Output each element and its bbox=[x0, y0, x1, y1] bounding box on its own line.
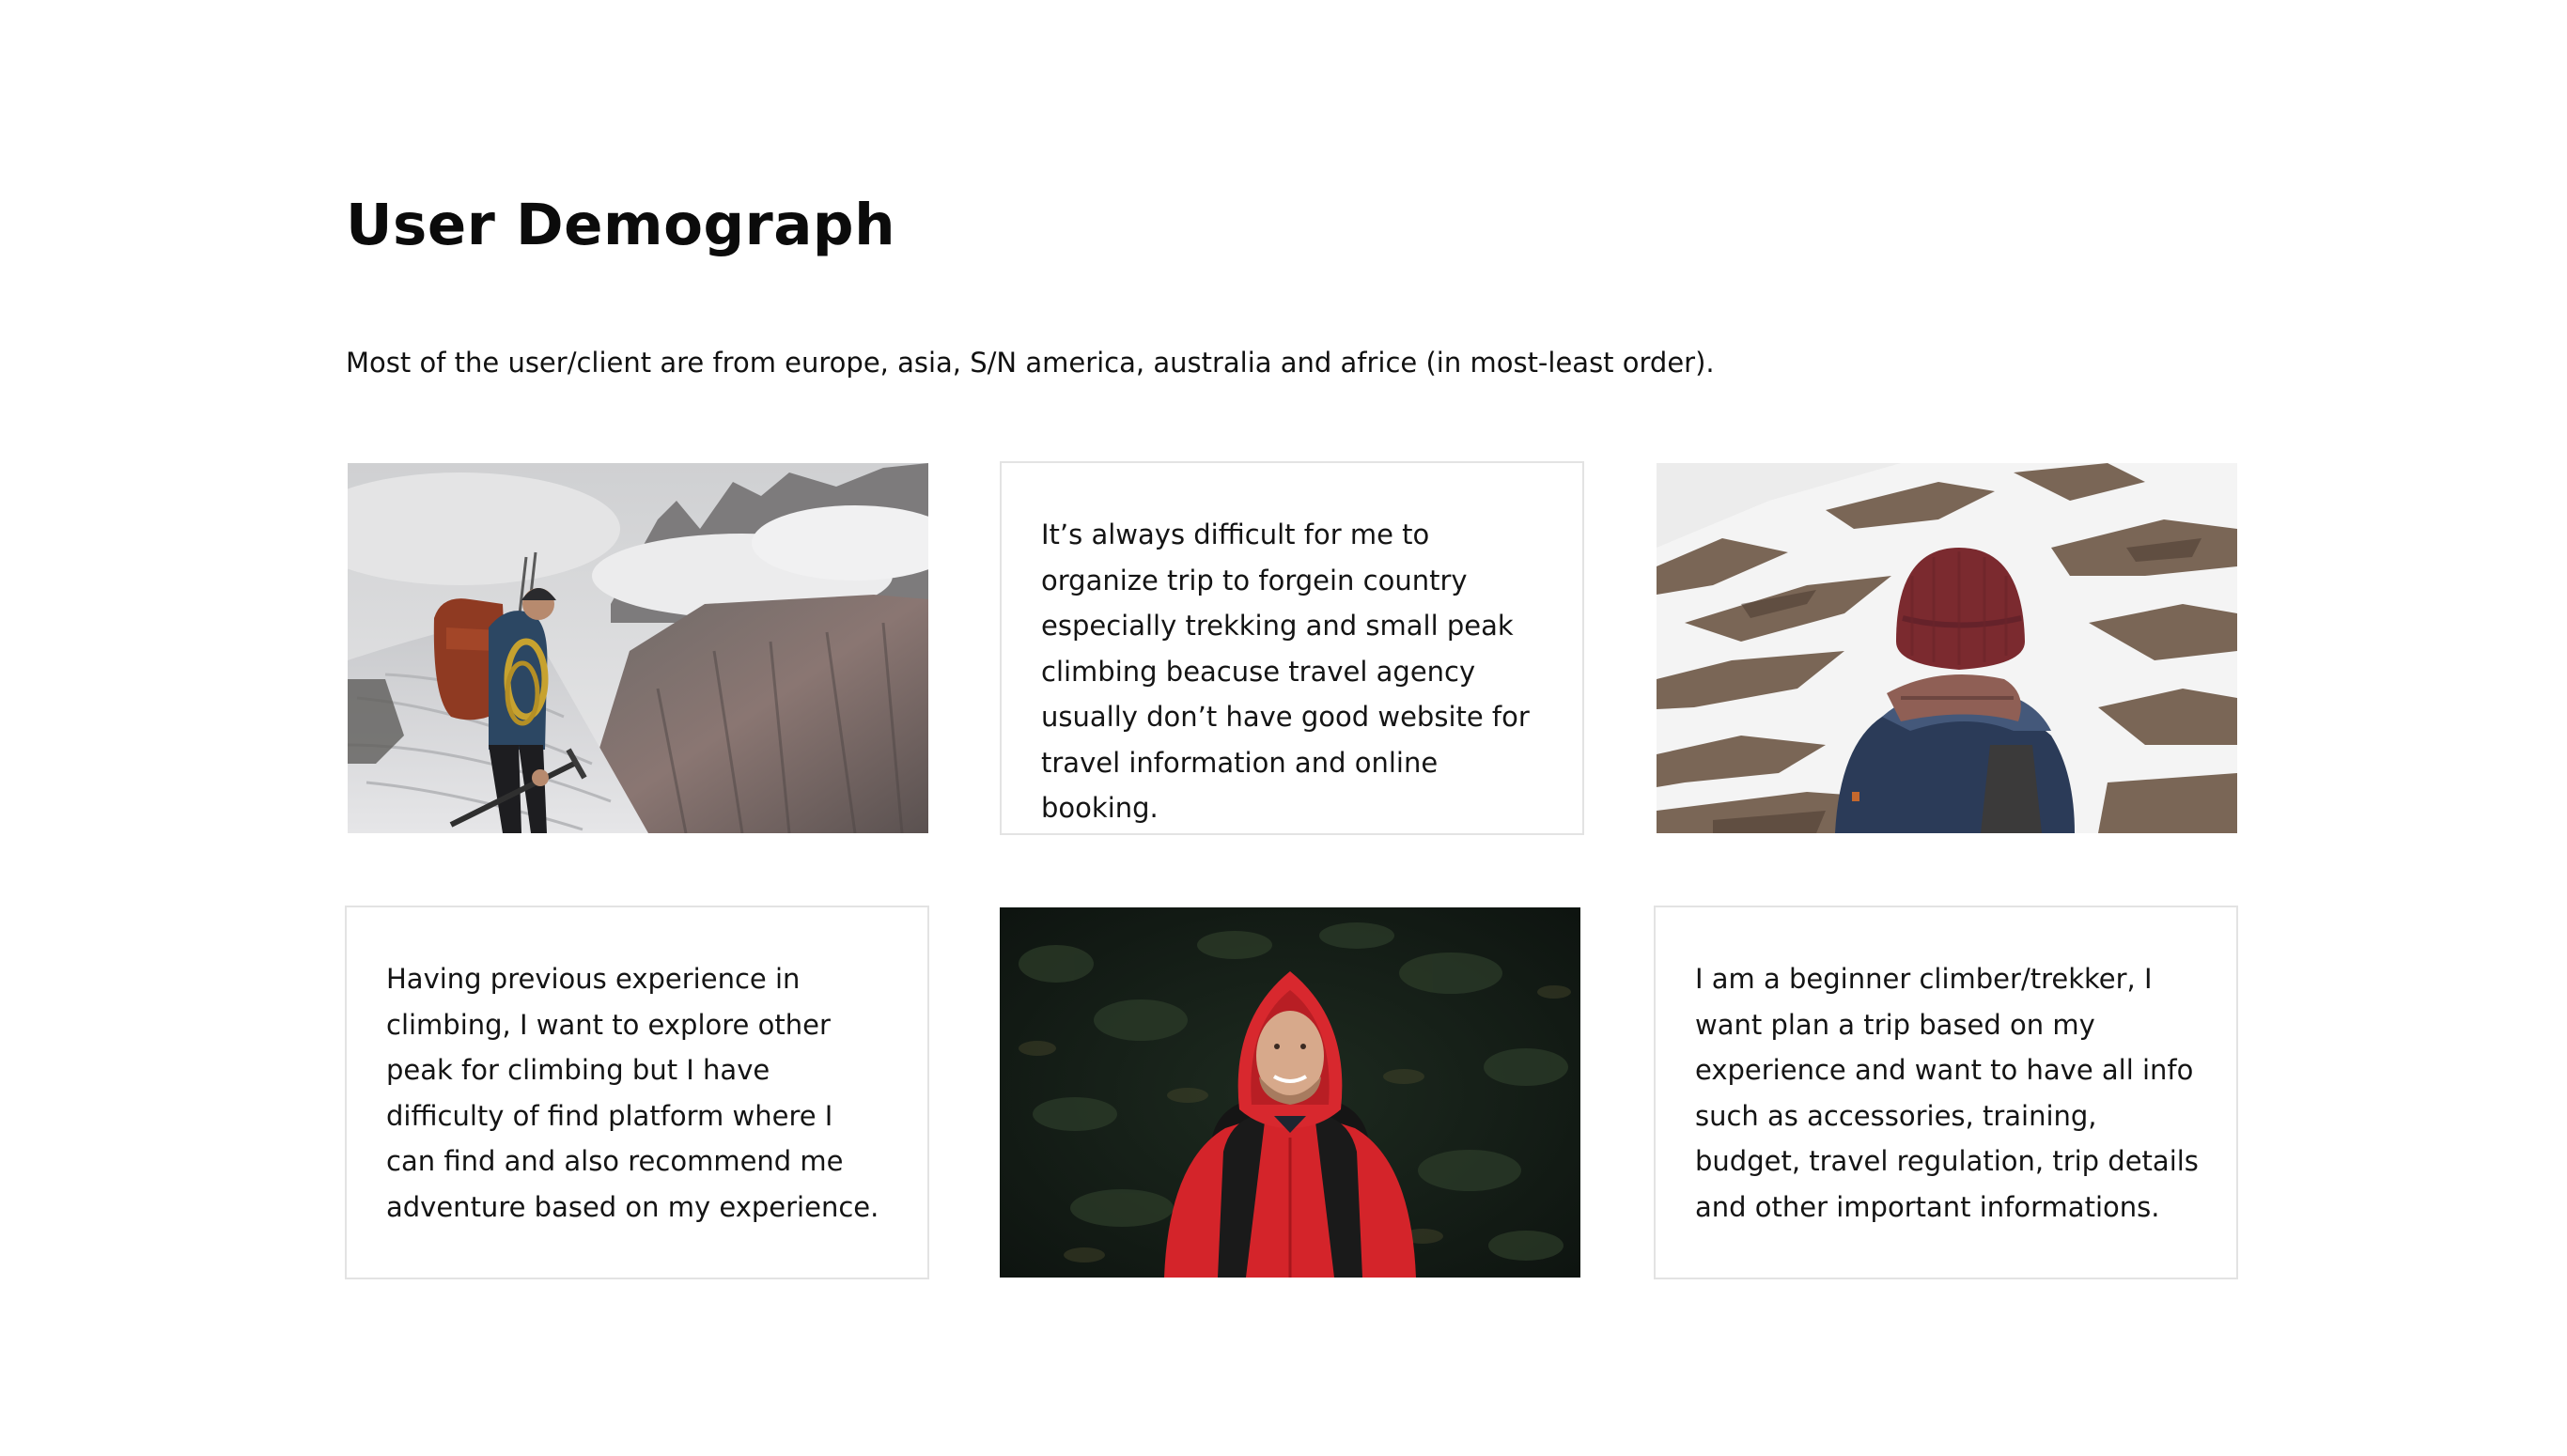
user-quote-text: It’s always difficult for me to organize… bbox=[1041, 519, 1530, 824]
user-quote-card-2: Having previous experience in climbing, … bbox=[345, 906, 929, 1279]
page-title: User Demograph bbox=[346, 192, 896, 258]
user-quote-card-3: I am a beginner climber/trekker, I want … bbox=[1654, 906, 2238, 1279]
photo-person-red-beanie bbox=[1657, 463, 2237, 833]
user-quote-card-1: It’s always difficult for me to organize… bbox=[1000, 461, 1584, 835]
photo-man-red-jacket bbox=[1000, 907, 1580, 1278]
photo-climber-glacier bbox=[348, 463, 928, 833]
user-quote-text: I am a beginner climber/trekker, I want … bbox=[1695, 963, 2199, 1223]
user-quote-text: Having previous experience in climbing, … bbox=[386, 963, 879, 1223]
page-subtitle: Most of the user/client are from europe,… bbox=[346, 347, 1715, 379]
